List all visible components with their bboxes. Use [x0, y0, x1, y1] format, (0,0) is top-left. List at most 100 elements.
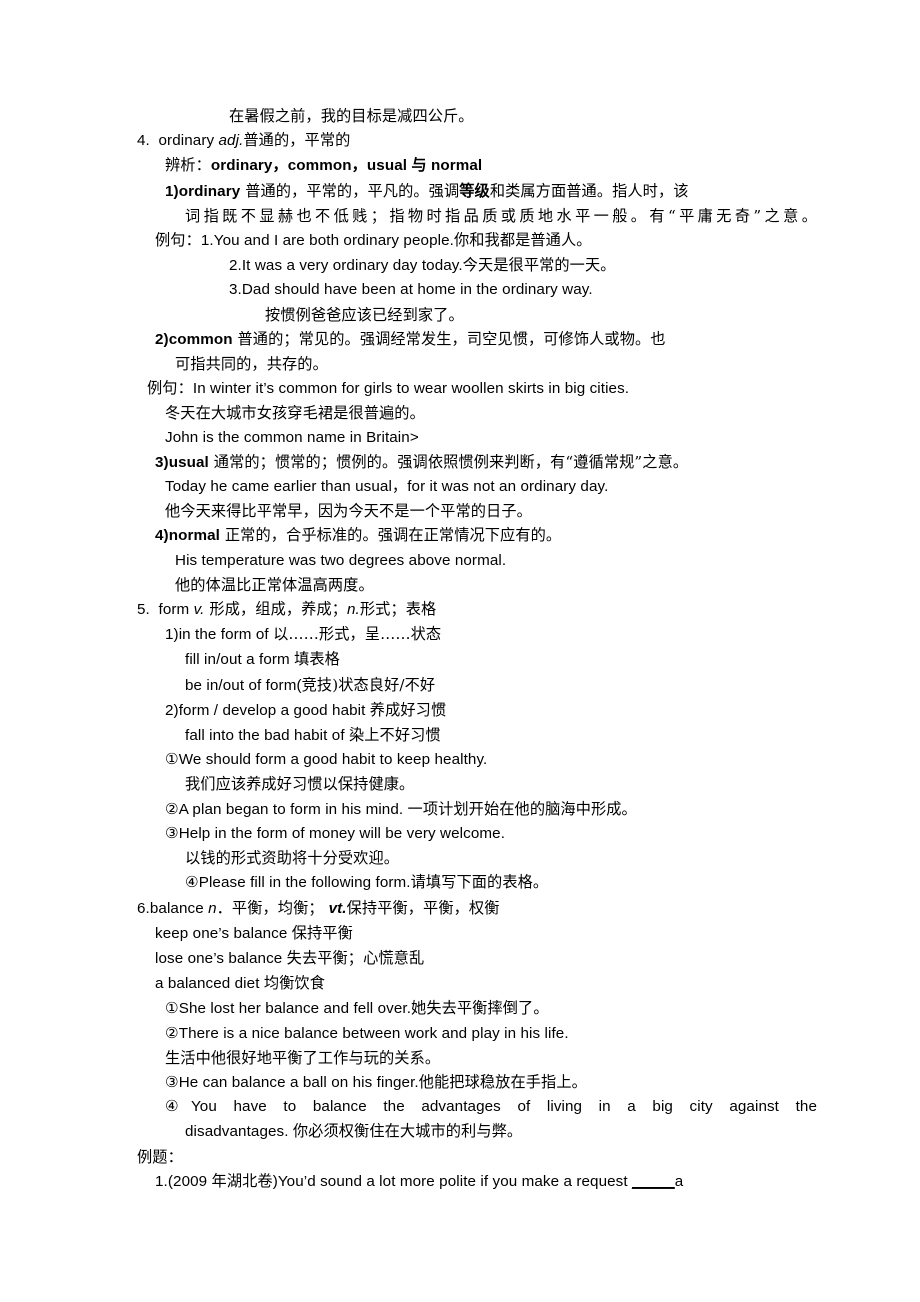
sense-label-normal: 4)normal	[155, 527, 220, 545]
text: 例题：	[137, 1147, 183, 1166]
example-usual-translation: 他今天来得比平常早，因为今天不是一个平常的日子。	[165, 499, 817, 523]
text: 按惯例爸爸应该已经到家了。	[265, 305, 464, 324]
phrase-in-the-form-of: 1)in the form of 以……形式，呈……状态	[165, 622, 817, 647]
example-form-1: ①We should form a good habit to keep hea…	[165, 748, 817, 772]
line-goal-translation: 在暑假之前，我的目标是减四公斤。	[229, 104, 817, 128]
answer-blank[interactable]: _____	[632, 1173, 675, 1190]
example-balance-2-translation: 生活中他很好地平衡了工作与玩的关系。	[165, 1046, 817, 1070]
question-number-and-source: 1.(2009	[155, 1172, 212, 1190]
example-normal-translation: 他的体温比正常体温高两度。	[175, 573, 817, 597]
exercise-question-1: 1.(2009 年湖北卷)You’d sound a lot more poli…	[155, 1169, 817, 1194]
phrase-cn-a: 竞技	[301, 675, 333, 694]
gloss-verb: 形成，组成，养成；	[204, 600, 348, 619]
gloss-noun: 形式；表格	[359, 600, 437, 619]
phrase-fall-into-bad-habit: fall into the bad habit of 染上不好习惯	[185, 723, 817, 748]
gloss-verb: 保持平衡，平衡，权衡	[346, 898, 500, 917]
text: ③Help in the form of money will be very …	[165, 824, 506, 842]
sense-label-common: 2)common	[155, 330, 233, 348]
example-en: 3.Dad should have been at home in the or…	[229, 281, 593, 299]
phrase-lose-ones-balance: lose one’s balance 失去平衡；心慌意乱	[155, 946, 817, 971]
example-ordinary-3-translation: 按惯例爸爸应该已经到家了。	[265, 303, 817, 327]
part-of-speech-v: v.	[193, 601, 205, 619]
text: 可指共同的，共存的。	[175, 355, 328, 374]
phrase-en: fall into the bad habit of	[185, 727, 349, 745]
example-ordinary-2: 2.It was a very ordinary day today.今天是很平…	[229, 253, 817, 278]
phrase-a-balanced-diet: a balanced diet 均衡饮食	[155, 971, 817, 996]
example-en: disadvantages.	[185, 1123, 293, 1141]
text: John is the common name in Britain>	[165, 428, 419, 446]
phrase-cn: 填表格	[294, 650, 340, 669]
entry-number-and-word: 5. form	[137, 601, 194, 619]
phrase-en: 2)form / develop a good habit	[165, 701, 370, 719]
phrase-cn: 染上不好习惯	[348, 726, 441, 745]
text: 词指既不显赫也不低贱；指物时指品质或质地水平一般。有“平庸无奇”之意。	[185, 206, 817, 225]
example-group-common: 例句：In winter it’s common for girls to we…	[147, 376, 817, 401]
phrase-fill-in-out-a-form: fill in/out a form 填表格	[185, 647, 817, 672]
document-body: 在暑假之前，我的目标是减四公斤。 4. ordinary adj.普通的，平常的…	[137, 104, 817, 1194]
sense-3-usual: 3)usual 通常的；惯常的；惯例的。强调依照惯例来判断，有“遵循常规”之意。	[155, 450, 817, 475]
liju-label: 例句：	[147, 379, 193, 398]
gloss-noun: ．平衡，均衡；	[216, 898, 329, 917]
text: ②There is a nice balance between work an…	[165, 1024, 569, 1042]
example-en: 2.It was a very ordinary day today.	[229, 257, 463, 275]
example-group-ordinary-1: 例句：1.You and I are both ordinary people.…	[155, 228, 817, 253]
question-text-tail: a	[674, 1172, 684, 1190]
text: 生活中他很好地平衡了工作与玩的关系。	[165, 1048, 441, 1067]
example-form-4: ④Please fill in the following form.请填写下面…	[185, 870, 817, 895]
phrase-en: fill in/out a form	[185, 651, 295, 669]
text: 我们应该养成好习惯以保持健康。	[185, 775, 415, 794]
example-cn: 她失去平衡摔倒了。	[411, 999, 549, 1018]
example-en: ④Please fill in the following form.	[185, 874, 411, 892]
phrase-cn: 以……形式，呈……状态	[273, 625, 442, 644]
phrase-form-develop-good-habit: 2)form / develop a good habit 养成好习惯	[165, 698, 817, 723]
phrase-keep-ones-balance: keep one’s balance 保持平衡	[155, 921, 817, 946]
example-cn: 他能把球稳放在手指上。	[418, 1072, 587, 1091]
entry-5-headword: 5. form v. 形成，组成，养成；n.形式；表格	[137, 597, 817, 622]
phrase-be-in-out-of-form: be in/out of form(竞技)状态良好/不好	[185, 673, 817, 698]
phrase-en: lose one’s balance	[155, 949, 287, 967]
example-common-2: John is the common name in Britain>	[165, 426, 817, 450]
example-balance-2: ②There is a nice balance between work an…	[165, 1022, 817, 1046]
text: ④You have to balance the advantages of l…	[165, 1098, 817, 1116]
bianxi-label: 辨析：	[165, 156, 211, 175]
exercises-heading: 例题：	[137, 1145, 817, 1169]
part-of-speech-n: n	[208, 899, 217, 917]
entry-number-and-word: 6.balance	[137, 899, 209, 917]
example-cn: 请填写下面的表格。	[410, 873, 549, 892]
sense-text-b: 和类属方面普通。指人时，该	[489, 181, 689, 200]
text: 以钱的形式资助将十分受欢迎。	[185, 849, 400, 868]
example-ordinary-3: 3.Dad should have been at home in the or…	[229, 278, 817, 302]
headword-gloss: 普通的，平常的	[243, 131, 351, 150]
phrase-cn: 养成好习惯	[369, 700, 447, 719]
question-text: )You’d sound a lot more polite if you ma…	[272, 1172, 633, 1190]
phrase-cn: 失去平衡；心慌意乱	[286, 948, 425, 967]
text: 他今天来得比平常早，因为今天不是一个平常的日子。	[165, 502, 532, 521]
phrase-cn-b: )状态良好/不好	[332, 675, 436, 694]
example-form-3-translation: 以钱的形式资助将十分受欢迎。	[185, 846, 817, 870]
phrase-en: a balanced diet	[155, 975, 264, 993]
example-form-1-translation: 我们应该养成好习惯以保持健康。	[185, 772, 817, 796]
example-balance-4-cont: disadvantages. 你必须权衡住在大城市的利与弊。	[185, 1119, 817, 1144]
phrase-cn: 保持平衡	[291, 923, 353, 942]
example-common-translation: 冬天在大城市女孩穿毛裙是很普遍的。	[165, 401, 817, 425]
example-cn: 你必须权衡住在大城市的利与弊。	[292, 1122, 523, 1141]
sense-label-ordinary: 1)ordinary	[165, 182, 241, 200]
document-page: 在暑假之前，我的目标是减四公斤。 4. ordinary adj.普通的，平常的…	[0, 0, 920, 1302]
text: ①We should form a good habit to keep hea…	[165, 751, 488, 769]
example-en: ①She lost her balance and fell over.	[165, 1000, 412, 1018]
example-form-3: ③Help in the form of money will be very …	[165, 822, 817, 846]
sense-label-usual: 3)usual	[155, 453, 209, 471]
text: Today he came earlier than usual，for it …	[165, 478, 609, 496]
example-cn: 你和我都是普通人。	[453, 231, 592, 250]
entry-number-and-word: 4. ordinary	[137, 132, 219, 150]
sense-1-ordinary-cont: 词指既不显赫也不低贱；指物时指品质或质地水平一般。有“平庸无奇”之意。	[185, 204, 817, 228]
sense-text: 正常的，合乎标准的。强调在正常情况下应有的。	[219, 526, 562, 545]
entry-4-headword: 4. ordinary adj.普通的，平常的	[137, 128, 817, 153]
discrimination-heading: 辨析：ordinary，common，usual 与 normal	[165, 153, 817, 178]
example-balance-3: ③He can balance a ball on his finger.他能把…	[165, 1070, 817, 1095]
example-usual-en: Today he came earlier than usual，for it …	[165, 475, 817, 499]
sense-4-normal: 4)normal 正常的，合乎标准的。强调在正常情况下应有的。	[155, 523, 817, 548]
example-en: ②A plan began to form in his mind.	[165, 800, 408, 818]
text: 在暑假之前，我的目标是减四公斤。	[229, 107, 474, 125]
example-en: In winter it’s common for girls to wear …	[192, 380, 630, 398]
